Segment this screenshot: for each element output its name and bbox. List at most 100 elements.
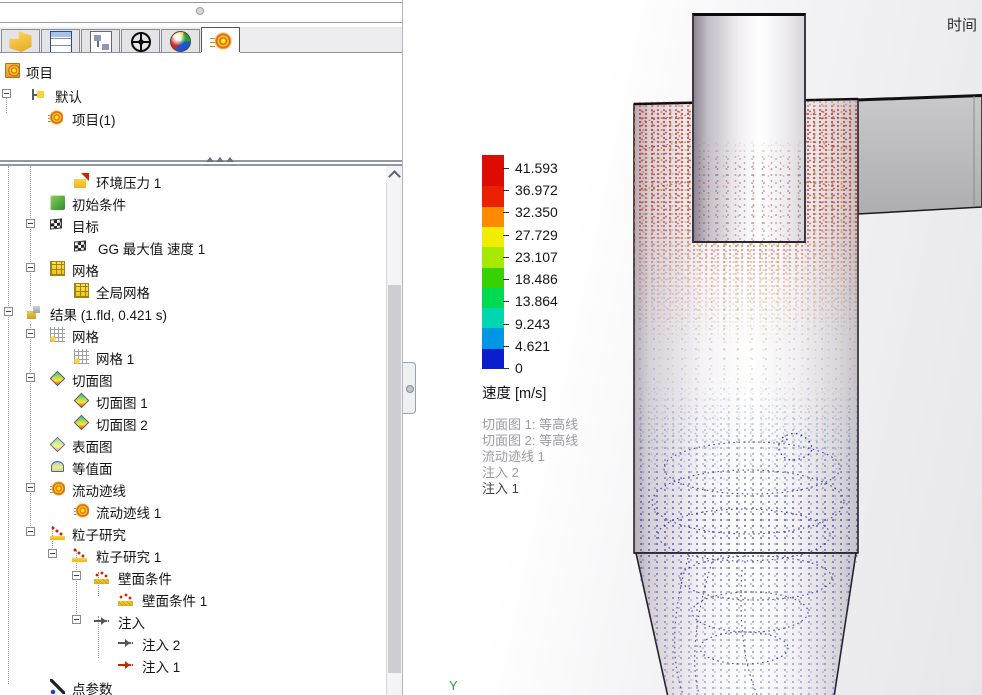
collapse-toggle[interactable]	[72, 571, 81, 580]
tree-item-ambient-pressure-1[interactable]: 环境压力 1	[0, 170, 384, 192]
tree-item-goal-velocity[interactable]: GG 最大值 速度 1	[0, 236, 384, 258]
tree-item-injection-1[interactable]: 注入 1	[0, 654, 384, 676]
tree-item-wall-conditions[interactable]: 壁面条件	[0, 566, 384, 588]
pane-splitter[interactable]	[0, 160, 402, 162]
project-folder-icon	[5, 63, 20, 78]
splitter-grip-icon	[216, 157, 224, 162]
panel-flyout-handle[interactable]	[403, 362, 416, 414]
tree-item-label: 注入 1	[142, 656, 180, 676]
result-mesh-icon	[50, 327, 65, 342]
tab-configuration-manager[interactable]	[81, 29, 120, 53]
legend-tick: 18.486	[503, 271, 558, 287]
tree-item-global-mesh[interactable]: 全局网格	[0, 280, 384, 302]
tree-item-project-1[interactable]: 项目(1)	[0, 107, 384, 129]
mesh-icon	[74, 283, 89, 298]
tree-item-cut-plot-2[interactable]: 切面图 2	[0, 412, 384, 434]
tree-item-injections[interactable]: 注入	[0, 610, 384, 632]
pressure-icon	[74, 173, 89, 188]
legend-tick: 27.729	[503, 227, 558, 243]
tree-item-label: 粒子研究 1	[96, 546, 161, 566]
tree-item-particle-studies[interactable]: 粒子研究	[0, 522, 384, 544]
configuration-icon	[30, 87, 45, 102]
active-tab-gap	[201, 52, 240, 54]
header-divider-2	[0, 22, 402, 23]
tree-item-cut-plots[interactable]: 切面图	[0, 368, 384, 390]
flyout-grip-icon	[406, 385, 414, 393]
tree-item-injection-2[interactable]: 注入 2	[0, 632, 384, 654]
tree-item-label: 壁面条件 1	[142, 590, 207, 610]
splitter-grip-icon	[206, 157, 214, 162]
inlet-duct	[856, 95, 982, 214]
velocity-legend-bar	[482, 155, 504, 369]
tab-feature-manager[interactable]	[41, 29, 80, 53]
collapse-toggle[interactable]	[4, 307, 13, 316]
tab-display-manager[interactable]	[161, 29, 200, 53]
legend-tick: 4.621	[503, 338, 550, 354]
legend-tick: 36.972	[503, 182, 558, 198]
tree-item-label: 项目(1)	[72, 109, 116, 129]
legend-band	[482, 349, 504, 369]
tree-item-label: 注入	[118, 612, 145, 632]
tree-item-surface-plots[interactable]: 表面图	[0, 434, 384, 456]
tree-scrollbar-thumb[interactable]	[388, 285, 401, 673]
tree-item-label: 壁面条件	[118, 568, 172, 588]
collapse-toggle[interactable]	[26, 373, 35, 382]
configuration-manager-icon	[90, 31, 112, 53]
manager-tabstrip	[0, 27, 402, 53]
tree-item-label: 表面图	[72, 436, 113, 456]
tree-item-goals[interactable]: 目标	[0, 214, 384, 236]
wall-condition-icon	[118, 591, 133, 606]
tab-dimxpert[interactable]	[121, 29, 160, 53]
tree-item-label: 全局网格	[96, 282, 150, 302]
vortex-finder-tube	[692, 13, 806, 243]
collapse-toggle[interactable]	[48, 549, 57, 558]
collapse-toggle[interactable]	[72, 615, 81, 624]
tree-item-wall-condition-1[interactable]: 壁面条件 1	[0, 588, 384, 610]
results-icon	[26, 305, 41, 320]
collapse-toggle[interactable]	[26, 483, 35, 492]
flow-project-icon	[48, 110, 63, 125]
tree-item-flow-trajectories[interactable]: 流动迹线	[0, 478, 384, 500]
tree-item-label: 网格 1	[96, 348, 134, 368]
point-parameter-icon	[50, 679, 65, 694]
tree-item-result-mesh[interactable]: 网格	[0, 324, 384, 346]
tree-item-label: 等值面	[72, 458, 113, 478]
tree-item-default-config[interactable]: 默认	[0, 84, 384, 106]
tube-speckles	[694, 16, 804, 241]
tree-item-mesh-1[interactable]: 网格 1	[0, 346, 384, 368]
legend-tick: 23.107	[503, 249, 558, 265]
tab-flow-simulation[interactable]	[201, 27, 240, 54]
tree-item-label: 点参数	[72, 678, 113, 695]
legend-band	[482, 328, 504, 348]
tree-item-initial-conditions[interactable]: 初始条件	[0, 192, 384, 214]
legend-tick: 41.593	[503, 160, 558, 176]
tree-item-point-parameters[interactable]: 点参数	[0, 676, 384, 695]
analysis-tree-pane: 环境压力 1 初始条件 目标 GG 最大值 速度 1 网格 全局网格 结果 (1…	[0, 166, 386, 695]
tree-item-project-root[interactable]: 项目	[0, 60, 384, 82]
injection-red-icon	[118, 657, 133, 672]
graphics-viewport[interactable]: 41.593 36.972 32.350 27.729 23.107 18.48…	[403, 0, 982, 695]
tree-item-particle-study-1[interactable]: 粒子研究 1	[0, 544, 384, 566]
goal-flag-icon	[50, 218, 62, 229]
tree-item-mesh-settings[interactable]: 网格	[0, 258, 384, 280]
collapse-toggle[interactable]	[2, 89, 11, 98]
tree-item-flow-trajectories-1[interactable]: 流动迹线 1	[0, 500, 384, 522]
legend-tick: 0	[503, 360, 523, 376]
tab-part[interactable]	[1, 29, 40, 53]
isosurface-icon	[51, 461, 64, 472]
injection-icon	[94, 613, 109, 628]
collapse-toggle[interactable]	[26, 219, 35, 228]
tree-item-label: 初始条件	[72, 194, 126, 214]
tree-item-cut-plot-1[interactable]: 切面图 1	[0, 390, 384, 412]
tree-item-label: 流动迹线 1	[96, 502, 161, 522]
collapse-toggle[interactable]	[26, 329, 35, 338]
scroll-up-button[interactable]	[386, 166, 402, 183]
panel-collapse-handle[interactable]	[196, 7, 204, 15]
part-icon	[10, 31, 32, 53]
collapse-toggle[interactable]	[26, 527, 35, 536]
tree-item-results[interactable]: 结果 (1.fld, 0.421 s)	[0, 302, 384, 324]
injection-icon	[118, 635, 133, 650]
tree-item-label: 流动迹线	[72, 480, 126, 500]
tree-item-isosurfaces[interactable]: 等值面	[0, 456, 384, 478]
collapse-toggle[interactable]	[26, 263, 35, 272]
